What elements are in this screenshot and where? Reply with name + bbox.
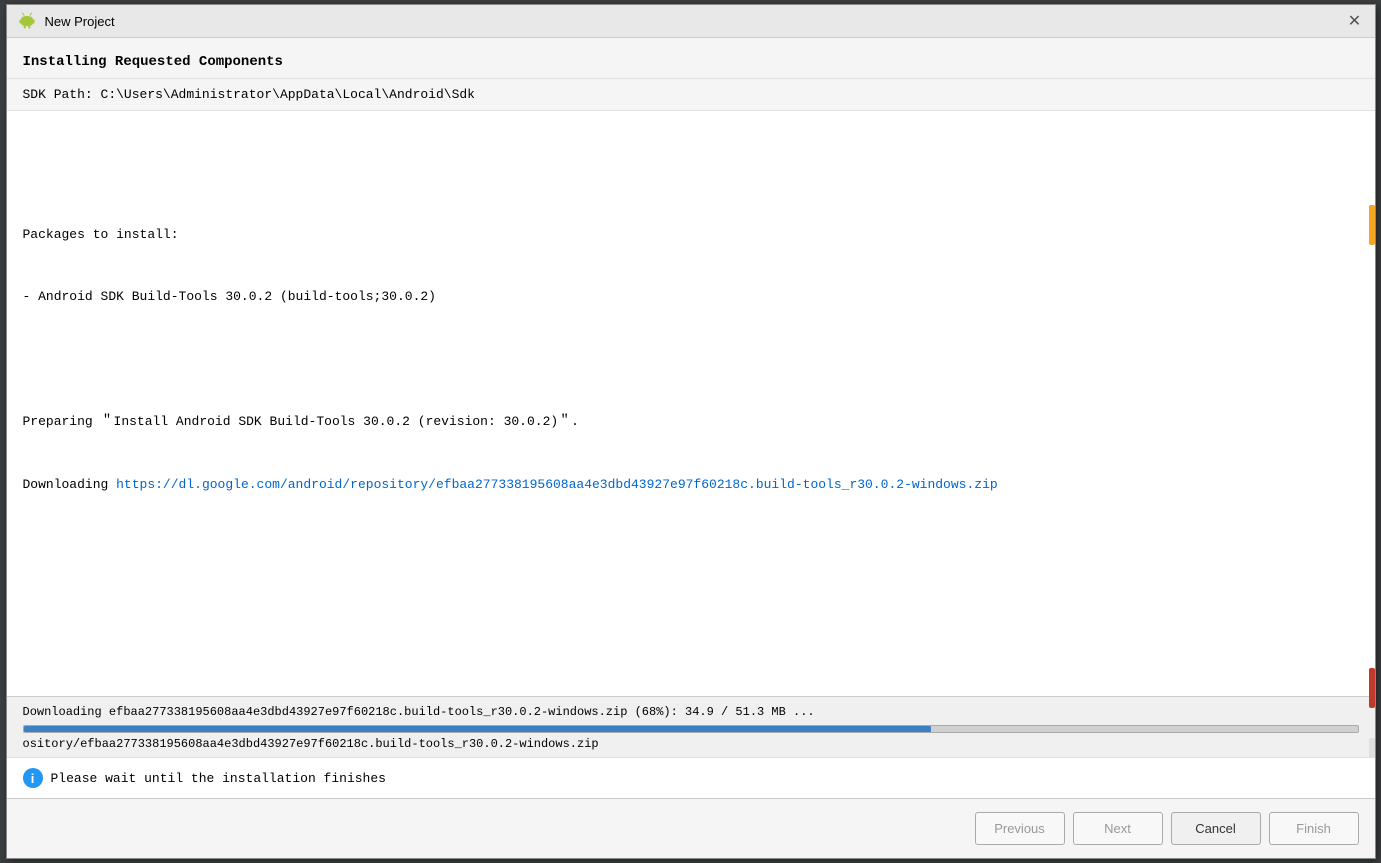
log-line-empty1 [23, 163, 1359, 184]
button-bar: Previous Next Cancel Finish [7, 798, 1375, 858]
progress-bar-container [23, 725, 1359, 733]
new-project-dialog: New Project ✕ Installing Requested Compo… [6, 4, 1376, 859]
log-line-sdk-build-tools: - Android SDK Build-Tools 30.0.2 (build-… [23, 287, 1359, 308]
dialog-wrapper: New Project ✕ Installing Requested Compo… [0, 0, 1381, 863]
info-section: i Please wait until the installation fin… [7, 757, 1375, 798]
info-message: Please wait until the installation finis… [51, 771, 386, 786]
progress-url-text: ository/efbaa277338195608aa4e3dbd43927e9… [23, 737, 1359, 751]
log-line-preparing: Preparing ＂Install Android SDK Build-Too… [23, 412, 1359, 433]
side-accent-right [1369, 205, 1375, 245]
log-line-empty2 [23, 350, 1359, 371]
close-button[interactable]: ✕ [1345, 11, 1365, 31]
download-link[interactable]: https://dl.google.com/android/repository… [116, 477, 998, 492]
progress-section: Downloading efbaa277338195608aa4e3dbd439… [7, 696, 1375, 757]
install-header: Installing Requested Components [7, 38, 1375, 79]
previous-button[interactable]: Previous [975, 812, 1065, 845]
progress-status-text: Downloading efbaa277338195608aa4e3dbd439… [23, 705, 1359, 719]
title-bar: New Project ✕ [7, 5, 1375, 38]
cancel-button[interactable]: Cancel [1171, 812, 1261, 845]
sdk-path-line: SDK Path: C:\Users\Administrator\AppData… [7, 79, 1375, 111]
info-icon: i [23, 768, 43, 788]
log-line-packages: Packages to install: [23, 225, 1359, 246]
log-line-downloading: Downloading https://dl.google.com/androi… [23, 475, 1359, 496]
log-area[interactable]: Packages to install: - Android SDK Build… [7, 111, 1375, 696]
finish-button[interactable]: Finish [1269, 812, 1359, 845]
log-line-empty3 [23, 537, 1359, 558]
content-area: Installing Requested Components SDK Path… [7, 38, 1375, 798]
next-button[interactable]: Next [1073, 812, 1163, 845]
window-title: New Project [45, 14, 115, 29]
android-icon [17, 11, 37, 31]
install-title: Installing Requested Components [23, 54, 283, 70]
log-line-empty5 [23, 662, 1359, 683]
progress-bar-fill [24, 726, 931, 732]
side-accent-bottom-right2 [1369, 738, 1375, 758]
log-line-empty4 [23, 599, 1359, 620]
title-bar-left: New Project [17, 11, 115, 31]
side-accent-bottom-right [1369, 668, 1375, 708]
